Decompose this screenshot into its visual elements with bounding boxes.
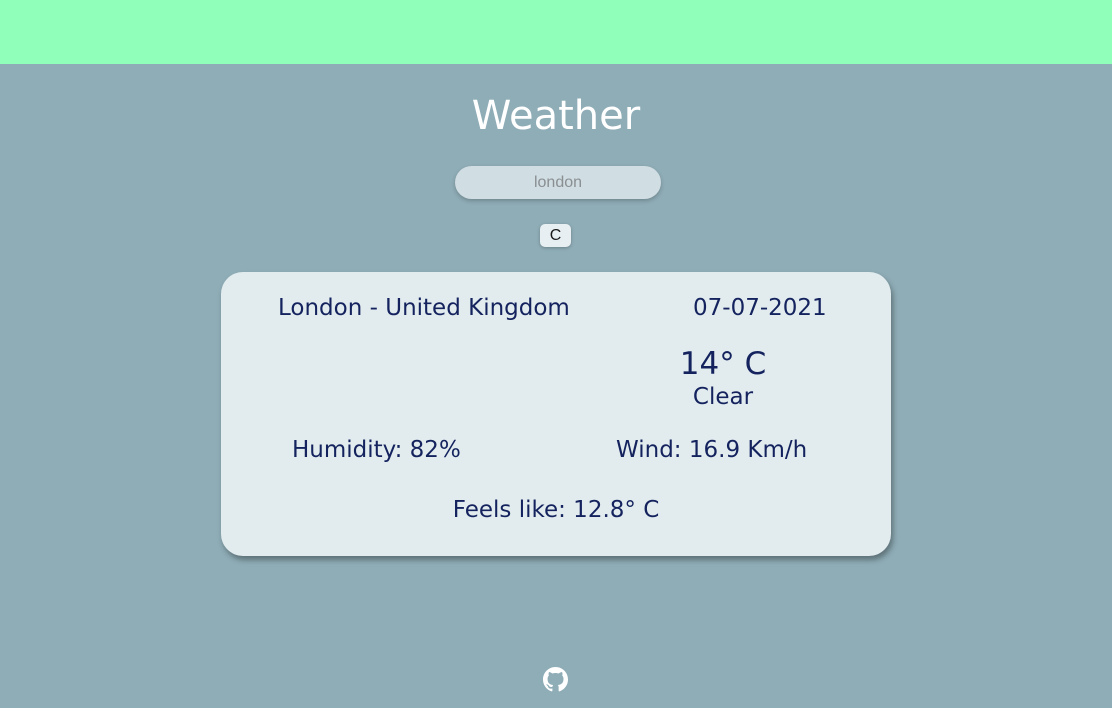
location-label: London - United Kingdom — [278, 295, 570, 321]
temperature-value: 14° C — [679, 346, 767, 382]
humidity-label: Humidity: 82% — [292, 437, 461, 463]
unit-toggle-button[interactable]: C — [540, 224, 571, 247]
github-link[interactable] — [543, 667, 568, 692]
top-header-bar — [0, 0, 1112, 64]
date-label: 07-07-2021 — [693, 295, 827, 321]
feels-like-label: Feels like: 12.8° C — [452, 497, 660, 523]
github-icon — [543, 667, 568, 692]
page-title: Weather — [471, 93, 641, 139]
city-search-input[interactable] — [455, 166, 661, 199]
moon-icon — [376, 365, 388, 389]
weather-description: Clear — [692, 384, 754, 410]
weather-card: London - United Kingdom 07-07-2021 14° C… — [221, 272, 891, 556]
wind-label: Wind: 16.9 Km/h — [616, 437, 808, 463]
